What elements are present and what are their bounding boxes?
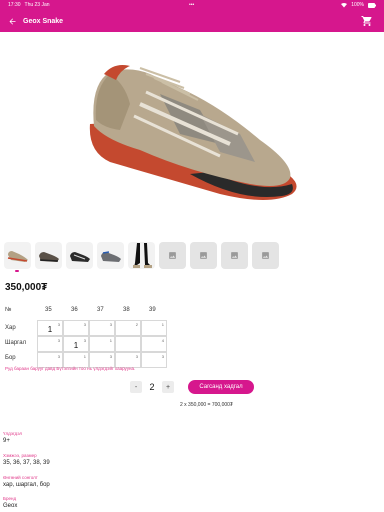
thumbnail-placeholder[interactable]: [190, 242, 217, 269]
size-cell[interactable]: 31: [63, 336, 89, 352]
size-header: 37: [97, 307, 104, 313]
thumbnail-indicator: [15, 270, 19, 272]
thumbnail-2[interactable]: [35, 242, 62, 269]
image-placeholder-icon: [200, 252, 207, 259]
image-placeholder-icon: [262, 252, 269, 259]
battery-level: 100%: [351, 2, 364, 8]
shoe-thumbnail: [100, 250, 121, 262]
size-header: 35: [45, 307, 52, 313]
add-to-cart-button[interactable]: Сагсанд хадгал: [188, 380, 254, 394]
increment-button[interactable]: +: [162, 381, 174, 393]
detail-value: 35, 36, 37, 38, 39: [3, 460, 50, 466]
size-header: 38: [123, 307, 130, 313]
size-cell[interactable]: 1: [89, 336, 115, 352]
size-cell[interactable]: 3: [89, 320, 115, 336]
thumbnail-4[interactable]: [97, 242, 124, 269]
decrement-button[interactable]: -: [130, 381, 142, 393]
status-time: 17:30: [8, 2, 21, 8]
product-price: 350,000₮: [5, 282, 48, 293]
detail-value: 9+: [3, 438, 10, 444]
detail-label: Хэмжээ, размер: [3, 453, 37, 458]
detail-brand: Бренд Geox: [3, 496, 17, 509]
color-row-label: Бор: [5, 355, 16, 361]
image-placeholder-icon: [231, 252, 238, 259]
image-placeholder-icon: [169, 252, 176, 259]
detail-label: Үлдэгдэл: [3, 431, 23, 436]
detail-value: Geox: [3, 503, 18, 509]
app-bar: Geox Snake: [0, 10, 384, 32]
status-dots: •••: [189, 2, 195, 8]
shoe-thumbnail: [7, 250, 28, 262]
shoe-image: [89, 65, 297, 200]
size-cell[interactable]: 31: [37, 320, 63, 336]
size-cell[interactable]: 3: [141, 352, 167, 368]
wifi-icon: [341, 2, 348, 7]
size-cell[interactable]: 3: [37, 336, 63, 352]
thumbnail-1[interactable]: [4, 242, 31, 269]
thumbnail-strip: [4, 242, 279, 269]
size-header: 39: [149, 307, 156, 313]
detail-sizes: Хэмжээ, размер 35, 36, 37, 38, 39: [3, 453, 50, 466]
color-row-label: Хар: [5, 325, 16, 331]
back-button[interactable]: [5, 14, 19, 28]
status-date: Thu 23 Jan: [24, 2, 50, 8]
thumbnail-3[interactable]: [66, 242, 93, 269]
legs-thumbnail: [132, 242, 152, 268]
size-color-grid: № 35 36 37 38 39 Хар Шаргал Бор 31 3 3 2…: [5, 307, 175, 368]
back-arrow-icon: [9, 18, 15, 24]
shoe-thumbnail: [38, 251, 59, 262]
detail-label: Бренд: [3, 496, 17, 501]
quantity-value: 2: [149, 382, 155, 392]
grid-corner-label: №: [5, 307, 12, 313]
thumbnail-placeholder[interactable]: [221, 242, 248, 269]
cart-icon: [361, 16, 372, 26]
detail-label: Өнгөний сонголт: [3, 475, 38, 480]
detail-colors: Өнгөний сонголт хар, шаргал, бор: [3, 475, 50, 488]
size-cell[interactable]: 2: [115, 320, 141, 336]
size-cell[interactable]: 1: [141, 320, 167, 336]
detail-value: хар, шаргал, бор: [3, 482, 50, 488]
color-row-label: Шаргал: [5, 340, 27, 346]
size-cell[interactable]: [115, 336, 141, 352]
stock-warning: Руд бараан барууг давд Бүтэлгийн тоо нь …: [5, 366, 136, 371]
order-total: 2 x 350,000 = 700,000₮: [180, 402, 233, 408]
size-header: 36: [71, 307, 78, 313]
detail-stock: Үлдэгдэл 9+: [3, 431, 22, 444]
size-cell[interactable]: 4: [141, 336, 167, 352]
thumbnail-placeholder[interactable]: [159, 242, 186, 269]
shoe-thumbnail: [69, 251, 90, 262]
cart-button[interactable]: [361, 14, 375, 28]
thumbnail-placeholder[interactable]: [252, 242, 279, 269]
status-bar: 17:30 Thu 23 Jan ••• 100%: [0, 0, 384, 10]
size-cell[interactable]: 3: [63, 320, 89, 336]
quantity-stepper: - 2 +: [130, 381, 174, 393]
thumbnail-5[interactable]: [128, 242, 155, 269]
page-title: Geox Snake: [23, 17, 64, 25]
product-image[interactable]: [70, 44, 314, 220]
battery-icon: [368, 2, 376, 8]
